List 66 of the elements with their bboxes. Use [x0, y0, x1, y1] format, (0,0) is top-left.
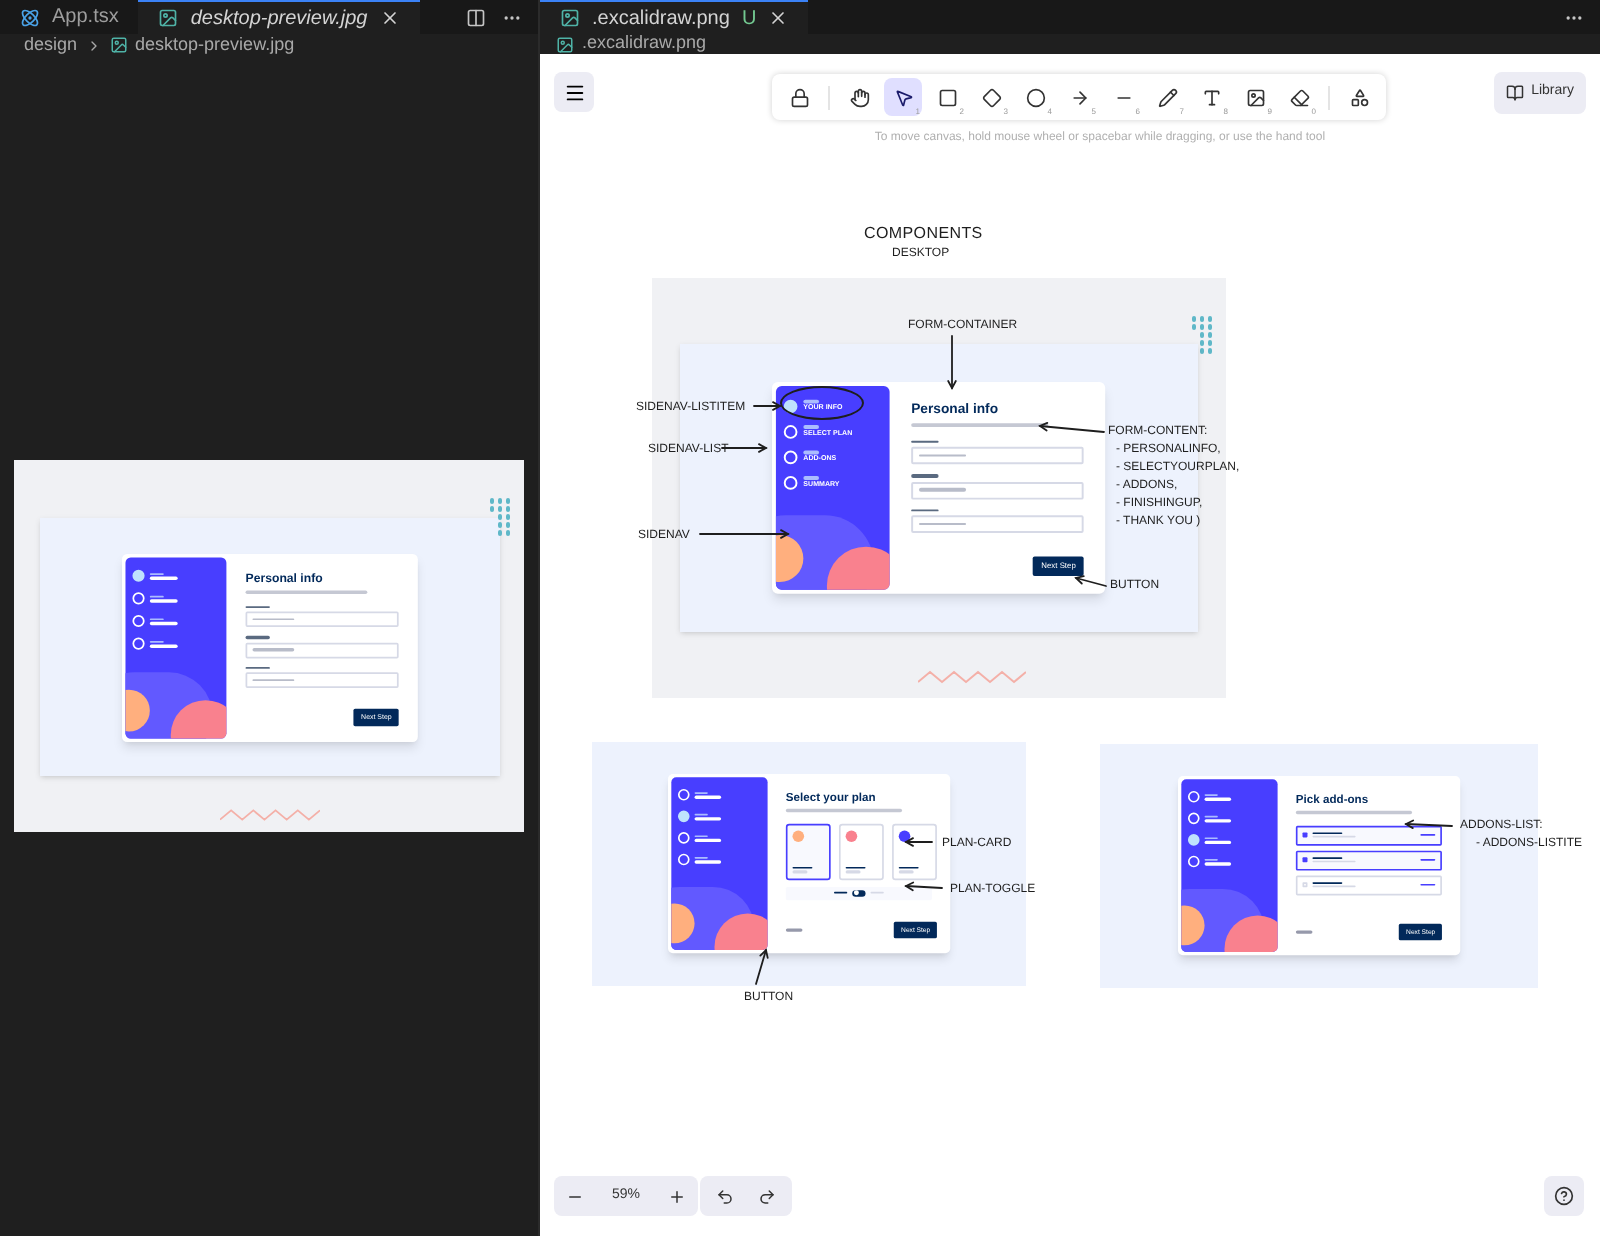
lock-icon: [789, 87, 809, 107]
zigzag-drawing: [219, 808, 319, 822]
text-line: [251, 617, 294, 620]
text-line: [251, 647, 294, 651]
image-file-icon: [158, 8, 179, 28]
text-line: [244, 589, 367, 593]
zigzag-drawing: [918, 670, 1026, 684]
plan-icon: [845, 830, 858, 842]
menu-icon: [563, 81, 585, 103]
react-file-icon: [20, 7, 40, 27]
help-button[interactable]: [1544, 1176, 1584, 1216]
image-file-icon: [556, 35, 574, 53]
text-line: [919, 488, 967, 492]
editor-tab[interactable]: desktop-preview.jpg: [138, 0, 420, 34]
text-line: [1420, 858, 1436, 862]
text-line: [1420, 883, 1436, 887]
text-line: [1295, 931, 1313, 934]
close-icon[interactable]: [768, 8, 789, 28]
breadcrumb-item[interactable]: desktop-preview.jpg: [135, 31, 295, 59]
arrow-icon: [1069, 87, 1089, 107]
text-line: [1420, 834, 1436, 837]
text-line: [911, 423, 1049, 427]
breadcrumb-item[interactable]: .excalidraw.png: [582, 30, 707, 58]
text-line: [919, 454, 967, 458]
pointer-icon: [893, 87, 913, 107]
redo-icon[interactable]: [758, 1187, 776, 1205]
editor-tab[interactable]: .excalidraw.png U: [540, 0, 809, 34]
circle-icon: [1025, 87, 1045, 107]
image-file-icon: [560, 8, 580, 28]
menu-button[interactable]: [554, 72, 594, 112]
shapes-icon: [1349, 87, 1369, 107]
text-line: [911, 508, 939, 512]
image-file-icon: [109, 36, 128, 54]
checkbox-icon: [1302, 857, 1308, 863]
git-status-label: U: [741, 5, 757, 33]
diamond-icon: [981, 87, 1001, 107]
text-line: [911, 474, 939, 478]
drawing-canvas[interactable]: [540, 54, 1600, 1236]
text-line: [251, 677, 294, 681]
book-icon: [1505, 84, 1524, 102]
square-icon: [937, 87, 957, 107]
text-line: [244, 665, 269, 668]
text-line: [785, 929, 803, 932]
close-icon[interactable]: [379, 8, 400, 28]
highlight-circle: [780, 386, 864, 420]
image-icon: [1245, 87, 1265, 107]
letter-icon: [1201, 87, 1221, 107]
split-editor-icon[interactable]: [466, 7, 486, 27]
undo-icon[interactable]: [716, 1187, 734, 1205]
zoom-in-icon[interactable]: [668, 1187, 687, 1205]
text-line: [785, 809, 902, 812]
text-line: [919, 522, 967, 526]
pencil-icon: [1157, 87, 1177, 107]
breadcrumb-item[interactable]: design: [24, 31, 78, 59]
plan-icon: [898, 830, 911, 842]
checkbox-icon: [1302, 882, 1308, 888]
checkbox-icon: [1302, 832, 1308, 838]
text-line: [244, 634, 269, 638]
plan-icon: [792, 830, 805, 842]
help-icon: [1554, 1186, 1574, 1206]
hand-icon: [849, 87, 869, 107]
text-line: [244, 604, 269, 607]
text-line: [911, 440, 939, 443]
canvas-heading: COMPONENTS: [864, 222, 983, 246]
text-line: [1295, 811, 1412, 814]
eraser-icon: [1289, 87, 1309, 107]
